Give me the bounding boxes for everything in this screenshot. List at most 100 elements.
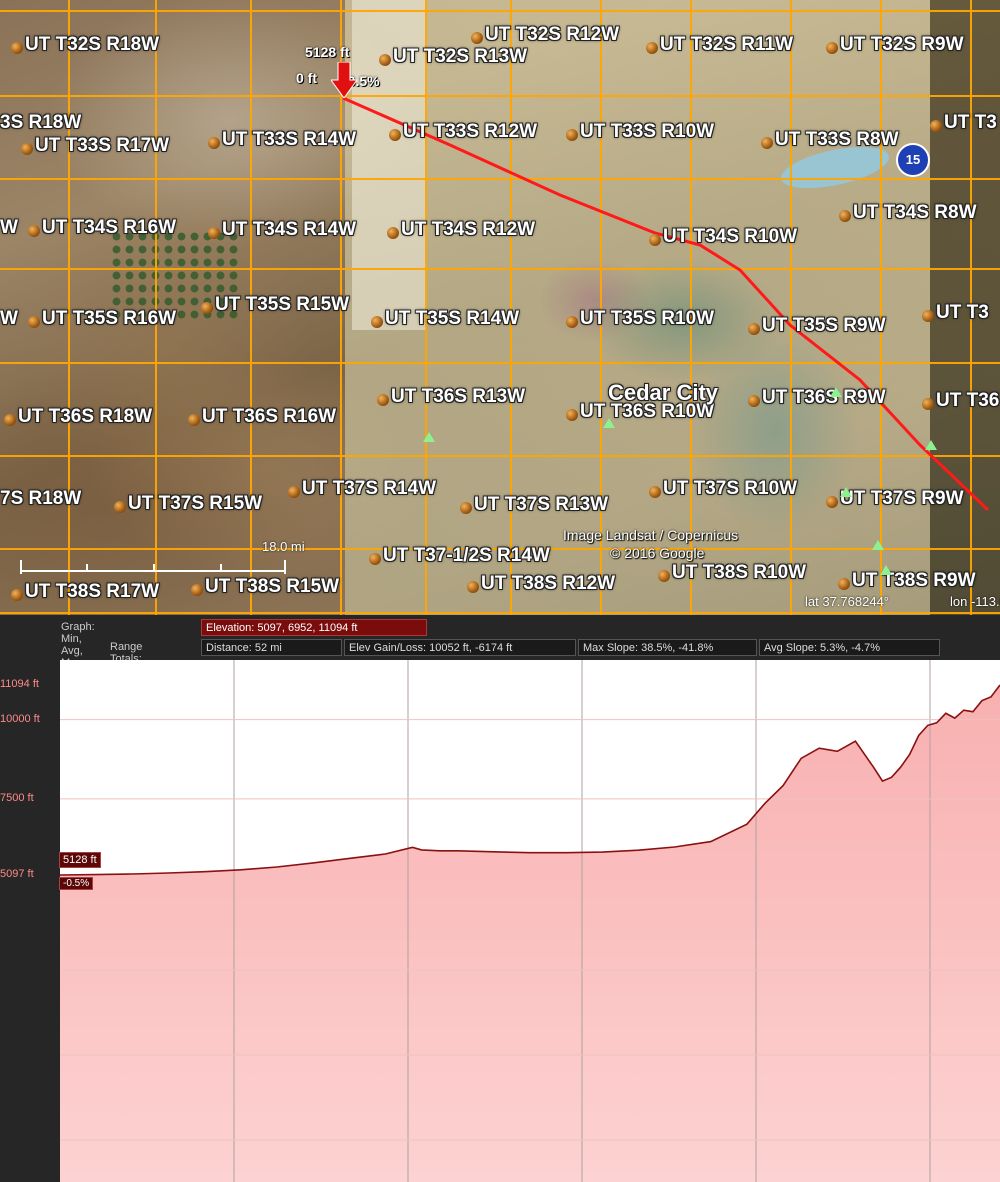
township-label[interactable]: UT T38S R9W — [852, 570, 976, 592]
township-marker-icon[interactable] — [566, 409, 578, 421]
township-marker-icon[interactable] — [379, 54, 391, 66]
township-marker-icon[interactable] — [387, 227, 399, 239]
township-marker-icon[interactable] — [761, 137, 773, 149]
elev-gain-loss-stat[interactable]: Elev Gain/Loss: 10052 ft, -6174 ft — [344, 639, 576, 656]
township-label[interactable]: UT T35S R16W — [42, 308, 176, 330]
township-label[interactable]: UT T38S R15W — [205, 576, 339, 598]
township-label[interactable]: UT T38S R12W — [481, 573, 615, 595]
township-label[interactable]: UT T37S R14W — [302, 478, 436, 500]
township-marker-icon[interactable] — [646, 42, 658, 54]
township-label[interactable]: UT T37S R13W — [474, 494, 608, 516]
map-view[interactable]: UT T32S R18W UT T32S R12W UT T32S R13W UT T… — [0, 0, 1000, 615]
township-marker-icon[interactable] — [11, 589, 23, 601]
peak-marker-icon[interactable] — [603, 418, 615, 428]
township-label[interactable]: UT T36 — [936, 390, 999, 412]
elevation-stats[interactable]: Elevation: 5097, 6952, 11094 ft — [201, 619, 427, 636]
township-marker-icon[interactable] — [288, 486, 300, 498]
peak-marker-icon[interactable] — [830, 387, 842, 397]
township-label[interactable]: UT T3 — [944, 112, 997, 134]
township-marker-icon[interactable] — [922, 310, 934, 322]
township-marker-icon[interactable] — [460, 502, 472, 514]
township-marker-icon[interactable] — [21, 143, 33, 155]
avg-slope-stat[interactable]: Avg Slope: 5.3%, -4.7% — [759, 639, 940, 656]
elevation-chart[interactable] — [60, 660, 1000, 1182]
township-marker-icon[interactable] — [371, 316, 383, 328]
township-marker-icon[interactable] — [389, 129, 401, 141]
township-label[interactable]: UT T36S R9W — [762, 387, 886, 409]
township-marker-icon[interactable] — [4, 414, 16, 426]
township-marker-icon[interactable] — [208, 227, 220, 239]
township-label[interactable]: 3S R18W — [0, 112, 81, 134]
township-label[interactable]: 7S R18W — [0, 488, 81, 510]
township-marker-icon[interactable] — [649, 234, 661, 246]
township-marker-icon[interactable] — [208, 137, 220, 149]
township-label[interactable]: UT T34S R8W — [853, 202, 977, 224]
township-marker-icon[interactable] — [649, 486, 661, 498]
township-label[interactable]: UT T37S R15W — [128, 493, 262, 515]
township-label[interactable]: UT T35S R15W — [215, 294, 349, 316]
township-label[interactable]: UT T34S R14W — [222, 219, 356, 241]
township-marker-icon[interactable] — [839, 210, 851, 222]
peak-marker-icon[interactable] — [925, 440, 937, 450]
township-marker-icon[interactable] — [838, 578, 850, 590]
township-label[interactable]: UT T37-1/2S R14W — [383, 545, 550, 567]
township-label[interactable]: UT T36S R18W — [18, 406, 152, 428]
township-marker-icon[interactable] — [922, 398, 934, 410]
township-label[interactable]: UT T33S R17W — [35, 135, 169, 157]
township-label[interactable]: UT T37S R9W — [840, 488, 964, 510]
township-label[interactable]: UT T33S R12W — [403, 121, 537, 143]
township-label[interactable]: UT T34S R10W — [663, 226, 797, 248]
township-marker-icon[interactable] — [467, 581, 479, 593]
max-slope-stat[interactable]: Max Slope: 38.5%, -41.8% — [578, 639, 757, 656]
township-label[interactable]: UT T35S R9W — [762, 315, 886, 337]
township-label[interactable]: W — [0, 308, 18, 330]
township-marker-icon[interactable] — [28, 225, 40, 237]
peak-marker-icon[interactable] — [423, 432, 435, 442]
township-label[interactable]: UT T3 — [936, 302, 989, 324]
distance-stat[interactable]: Distance: 52 mi — [201, 639, 342, 656]
township-label[interactable]: UT T35S R14W — [385, 308, 519, 330]
township-marker-icon[interactable] — [191, 584, 203, 596]
township-marker-icon[interactable] — [471, 32, 483, 44]
township-marker-icon[interactable] — [28, 316, 40, 328]
township-label[interactable]: UT T32S R13W — [393, 46, 527, 68]
township-marker-icon[interactable] — [566, 129, 578, 141]
township-label[interactable]: UT T38S R10W — [672, 562, 806, 584]
township-marker-icon[interactable] — [826, 496, 838, 508]
township-marker-icon[interactable] — [114, 501, 126, 513]
township-label[interactable]: UT T33S R10W — [580, 121, 714, 143]
township-label[interactable]: UT T35S R10W — [580, 308, 714, 330]
township-marker-icon[interactable] — [11, 42, 23, 54]
township-marker-icon[interactable] — [930, 120, 942, 132]
township-label[interactable]: UT T37S R10W — [663, 478, 797, 500]
peak-marker-icon[interactable] — [840, 487, 852, 497]
township-marker-icon[interactable] — [826, 42, 838, 54]
township-label[interactable]: UT T32S R9W — [840, 34, 964, 56]
township-label[interactable]: UT T34S R12W — [401, 219, 535, 241]
township-marker-icon[interactable] — [188, 414, 200, 426]
township-marker-icon[interactable] — [377, 394, 389, 406]
township-label[interactable]: UT T36S R16W — [202, 406, 336, 428]
route-line[interactable] — [342, 96, 990, 512]
township-label[interactable]: UT T33S R8W — [775, 129, 899, 151]
township-label[interactable]: UT T33S R14W — [222, 129, 356, 151]
township-marker-icon[interactable] — [658, 570, 670, 582]
township-marker-icon[interactable] — [748, 395, 760, 407]
township-marker-icon[interactable] — [566, 316, 578, 328]
township-label[interactable]: UT T36S R13W — [391, 386, 525, 408]
route-start-arrow-icon[interactable] — [331, 62, 357, 98]
township-marker-icon[interactable] — [201, 302, 213, 314]
township-label[interactable]: UT T32S R12W — [485, 24, 619, 46]
township-label[interactable]: W — [0, 217, 18, 239]
peak-marker-icon[interactable] — [872, 540, 884, 550]
township-marker-icon[interactable] — [369, 553, 381, 565]
route-start-distance: 0 ft — [296, 70, 317, 86]
township-label[interactable]: UT T32S R11W — [660, 34, 793, 56]
peak-marker-icon[interactable] — [880, 565, 892, 575]
y-tick-label: 10000 ft — [0, 712, 40, 725]
township-marker-icon[interactable] — [748, 323, 760, 335]
township-label[interactable]: UT T34S R16W — [42, 217, 176, 239]
township-label[interactable]: UT T38S R17W — [25, 581, 159, 603]
interstate-shield-icon: 15 — [896, 143, 930, 177]
township-label[interactable]: UT T32S R18W — [25, 34, 159, 56]
